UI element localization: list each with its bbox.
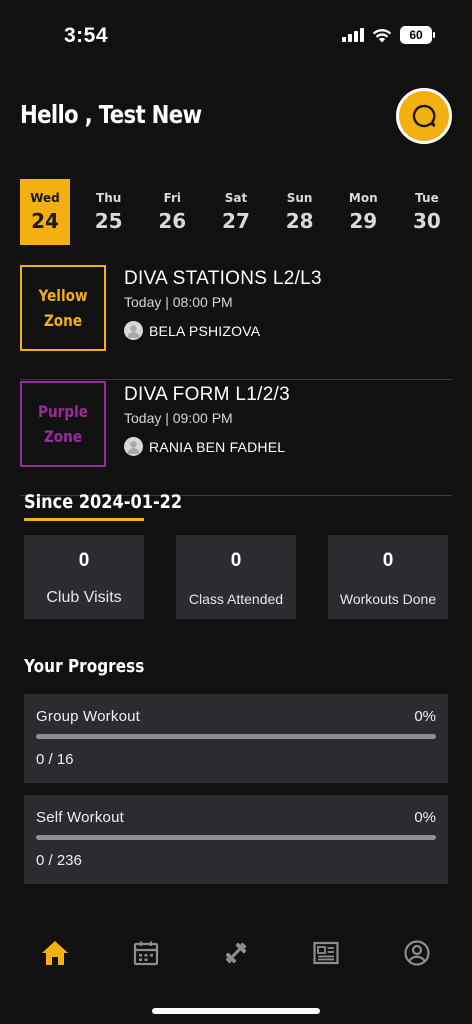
trainer: BELA PSHIZOVA	[124, 321, 260, 340]
day-number: 25	[94, 209, 123, 233]
calendar-icon	[133, 941, 158, 966]
since-title: Since 2024-01-22	[24, 491, 183, 513]
progress-card-group-workout: Group Workout 0% 0 / 16	[24, 694, 448, 783]
calendar-day[interactable]: Fri 26	[147, 179, 197, 245]
progress-count: 0 / 16	[36, 751, 74, 768]
progress-name: Self Workout	[36, 809, 124, 826]
class-title: DIVA STATIONS L2/L3	[124, 268, 322, 289]
trainer: RANIA BEN FADHEL	[124, 437, 285, 456]
chat-button[interactable]	[396, 88, 452, 144]
day-number: 30	[413, 209, 441, 233]
nav-profile[interactable]	[392, 928, 442, 978]
progress-title: Your Progress	[24, 656, 145, 677]
calendar-day[interactable]: Wed 24	[20, 179, 70, 245]
day-name: Sun	[286, 191, 313, 205]
day-number: 27	[222, 209, 250, 233]
zone-label: Zone	[43, 311, 83, 330]
day-number: 29	[349, 209, 378, 233]
day-name: Mon	[348, 191, 378, 205]
day-number: 24	[31, 209, 59, 233]
calendar-day[interactable]: Sun 28	[275, 179, 325, 245]
avatar	[124, 437, 143, 456]
nav-home[interactable]	[30, 928, 80, 978]
class-title: DIVA FORM L1/2/3	[124, 384, 291, 405]
home-icon	[42, 941, 69, 965]
progress-name: Group Workout	[36, 708, 141, 725]
progress-percent: 0%	[414, 708, 436, 725]
stat-label: Class Attended	[188, 591, 284, 607]
chat-bubble-icon	[412, 104, 436, 128]
calendar-strip: Wed 24 Thu 25 Fri 26 Sat 27 Sun 28 Mon 2…	[20, 179, 452, 245]
wifi-icon	[372, 28, 392, 42]
progress-card-self-workout: Self Workout 0% 0 / 236	[24, 795, 448, 884]
stat-card-class-attended: 0 Class Attended	[176, 535, 296, 619]
zone-label: Purple	[38, 402, 88, 421]
zone-label: Yellow	[38, 286, 88, 305]
zone-badge: Purple Zone	[20, 381, 106, 467]
day-name: Fri	[163, 191, 182, 205]
class-card[interactable]: Yellow Zone DIVA STATIONS L2/L3 Today | 0…	[20, 265, 452, 380]
stat-label: Workouts Done	[339, 591, 437, 607]
day-number: 26	[158, 209, 187, 233]
nav-calendar[interactable]	[121, 928, 171, 978]
calendar-day[interactable]: Tue 30	[402, 179, 452, 245]
status-time: 3:54	[64, 24, 109, 47]
zone-label: Zone	[43, 427, 83, 446]
class-card[interactable]: Purple Zone DIVA FORM L1/2/3 Today | 09:0…	[20, 381, 452, 496]
calendar-day[interactable]: Mon 29	[338, 179, 388, 245]
dumbbell-icon	[225, 942, 247, 964]
stat-label: Club Visits	[46, 589, 122, 606]
trainer-name: RANIA BEN FADHEL	[149, 438, 286, 455]
day-number: 28	[285, 209, 314, 233]
calendar-day[interactable]: Sat 27	[211, 179, 261, 245]
class-time: Today | 09:00 PM	[124, 410, 233, 426]
user-placeholder-icon	[127, 441, 140, 454]
status-bar: 3:54 60	[0, 0, 472, 70]
day-name: Tue	[415, 191, 439, 205]
class-time: Today | 08:00 PM	[124, 294, 233, 310]
progress-count: 0 / 236	[36, 852, 82, 869]
greeting-title: Hello , Test New	[20, 100, 202, 129]
stat-card-club-visits: 0 Club Visits	[24, 535, 144, 619]
home-indicator	[152, 1008, 320, 1014]
stat-value: 0	[78, 550, 90, 571]
news-icon	[313, 941, 339, 965]
stat-card-workouts-done: 0 Workouts Done	[328, 535, 448, 619]
nav-news[interactable]	[301, 928, 351, 978]
progress-percent: 0%	[414, 809, 436, 826]
progress-bar	[36, 835, 436, 840]
zone-badge: Yellow Zone	[20, 265, 106, 351]
progress-bar	[36, 734, 436, 739]
nav-workouts[interactable]	[211, 928, 261, 978]
since-underline	[24, 518, 144, 521]
day-name: Thu	[96, 191, 122, 205]
day-name: Sat	[224, 191, 248, 205]
bottom-nav	[0, 920, 472, 986]
user-placeholder-icon	[127, 325, 140, 338]
cellular-signal-icon	[342, 28, 364, 42]
calendar-day[interactable]: Thu 25	[84, 179, 134, 245]
battery-icon: 60	[400, 26, 435, 44]
trainer-name: BELA PSHIZOVA	[149, 322, 261, 339]
stat-value: 0	[230, 550, 242, 571]
profile-icon	[404, 940, 430, 966]
avatar	[124, 321, 143, 340]
status-icons: 60	[342, 26, 435, 44]
stat-value: 0	[382, 550, 394, 571]
day-name: Wed	[30, 191, 60, 205]
